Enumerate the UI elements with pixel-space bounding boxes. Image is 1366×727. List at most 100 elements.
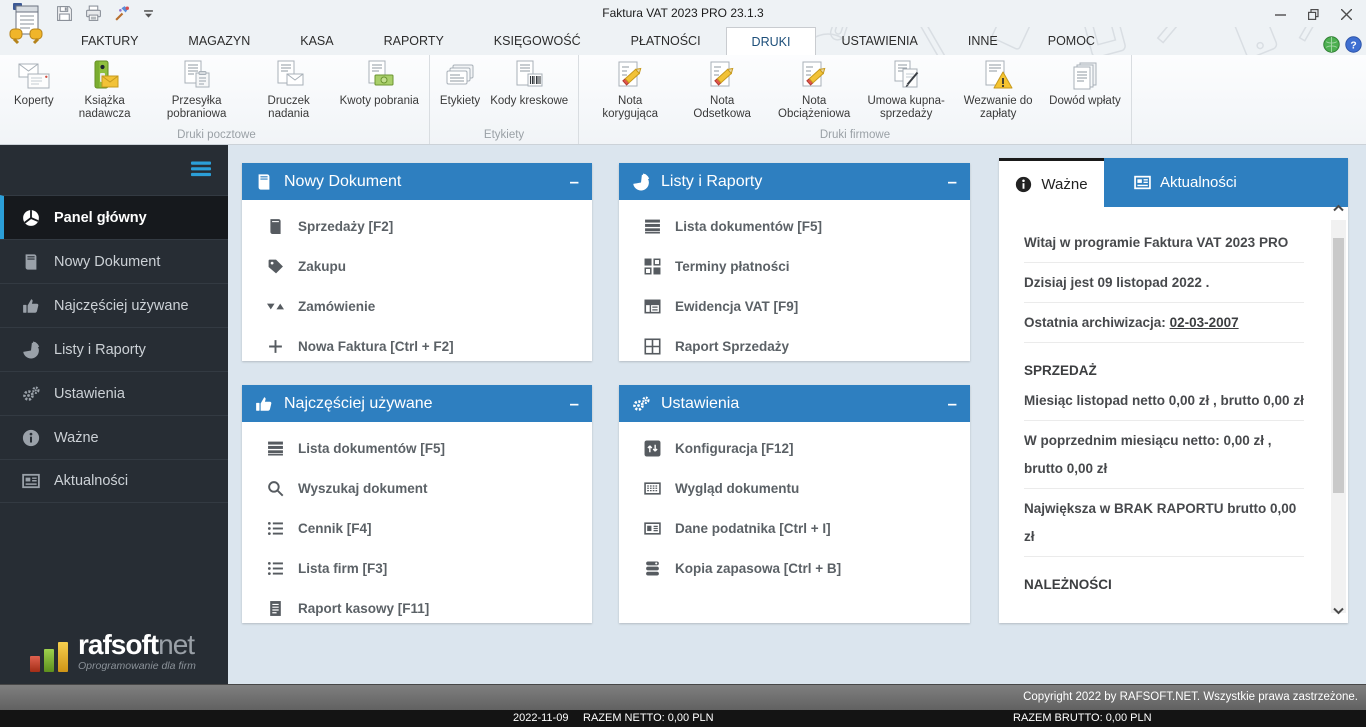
link-wyglad-dokumentu[interactable]: Wygląd dokumentu xyxy=(619,468,970,508)
gears-icon xyxy=(22,385,40,403)
pie-chart-icon xyxy=(632,173,650,191)
ribbon-druczek-nadania-button[interactable]: Druczek nadania xyxy=(243,58,335,122)
panel-listy-i-raporty: Listy i Raporty – Lista dokumentów [F5] … xyxy=(619,163,970,361)
hamburger-menu-icon[interactable] xyxy=(191,161,211,177)
tab-raporty[interactable]: RAPORTY xyxy=(359,27,469,55)
ribbon-kody-kreskowe-button[interactable]: Kody kreskowe xyxy=(485,58,573,109)
link-zakupu[interactable]: Zakupu xyxy=(242,246,592,286)
ribbon-nota-korygujaca-button[interactable]: Nota korygująca xyxy=(584,58,676,122)
envelopes-icon xyxy=(17,59,51,93)
tag-icon xyxy=(267,258,284,275)
scroll-up-icon[interactable] xyxy=(1333,204,1344,212)
app-logo-icon[interactable] xyxy=(6,2,46,46)
tab-kasa[interactable]: KASA xyxy=(275,27,358,55)
tab-platnosci[interactable]: PŁATNOŚCI xyxy=(606,27,726,55)
link-raport-kasowy[interactable]: Raport kasowy [F11] xyxy=(242,588,592,628)
link-raport-sprzedazy[interactable]: Raport Sprzedaży xyxy=(619,326,970,366)
id-card-icon xyxy=(644,520,661,537)
sidebar-item-listy-i-raporty[interactable]: Listy i Raporty xyxy=(0,327,228,371)
qat-customize-icon[interactable] xyxy=(143,8,154,19)
sidebar-item-label: Najczęściej używane xyxy=(54,298,189,314)
ribbon-koperty-button[interactable]: Koperty xyxy=(9,58,59,109)
scrollbar-thumb[interactable] xyxy=(1333,238,1344,493)
tab-faktury[interactable]: FAKTURY xyxy=(56,27,163,55)
close-icon[interactable] xyxy=(1341,9,1352,20)
archive-date-link[interactable]: 02-03-2007 xyxy=(1170,315,1239,330)
sidebar-item-panel-glowny[interactable]: Panel główny xyxy=(0,195,228,239)
page-pencil-icon xyxy=(705,59,739,93)
sidebar-item-wazne[interactable]: Ważne xyxy=(0,415,228,459)
info-scrollbar[interactable] xyxy=(1331,220,1346,613)
tab-pomoc[interactable]: POMOC xyxy=(1023,27,1120,55)
tab-ustawienia[interactable]: USTAWIENIA xyxy=(816,27,942,55)
database-icon xyxy=(644,560,661,577)
tab-druki[interactable]: DRUKI xyxy=(726,27,817,55)
link-dane-podatnika[interactable]: Dane podatnika [Ctrl + I] xyxy=(619,508,970,548)
labels-icon xyxy=(443,59,477,93)
sidebar-item-aktualnosci[interactable]: Aktualności xyxy=(0,459,228,503)
collapse-button[interactable]: – xyxy=(570,173,579,190)
ribbon-nota-obciazeniowa-button[interactable]: Nota Obciążeniowa xyxy=(768,58,860,122)
restore-icon[interactable] xyxy=(1308,9,1319,20)
ribbon-umowa-kupna-sprzedazy-button[interactable]: Umowa kupna-sprzedaży xyxy=(860,58,952,122)
panel-header: Ustawienia – xyxy=(619,385,970,422)
pie-chart-icon xyxy=(22,341,40,359)
grid-check-icon xyxy=(644,258,661,275)
globe-icon[interactable] xyxy=(1323,36,1340,53)
tab-inne[interactable]: INNE xyxy=(943,27,1023,55)
sidebar-item-label: Panel główny xyxy=(54,210,147,226)
print-icon[interactable] xyxy=(85,5,102,22)
scroll-down-icon[interactable] xyxy=(1333,607,1344,615)
ribbon-ksiazka-nadawcza-button[interactable]: Książka nadawcza xyxy=(59,58,151,122)
page-envelope-icon xyxy=(272,59,306,93)
link-terminy-platnosci[interactable]: Terminy płatności xyxy=(619,246,970,286)
cash-doc-icon xyxy=(267,600,284,617)
help-icon[interactable]: ? xyxy=(1345,36,1362,53)
ribbon-przesylka-pobraniowa-button[interactable]: Przesyłka pobraniowa xyxy=(151,58,243,122)
sidebar-item-label: Ważne xyxy=(54,430,99,446)
contract-pen-icon xyxy=(889,59,923,93)
link-sprzedazy[interactable]: Sprzedaży [F2] xyxy=(242,206,592,246)
sidebar-item-najczesciej-uzywane[interactable]: Najczęściej używane xyxy=(0,283,228,327)
save-icon[interactable] xyxy=(56,5,73,22)
tab-wazne[interactable]: Ważne xyxy=(999,158,1104,207)
link-zamowienie[interactable]: Zamówienie xyxy=(242,286,592,326)
sort-triangles-icon xyxy=(267,298,284,315)
panel-header: Nowy Dokument – xyxy=(242,163,592,200)
plus-icon xyxy=(267,338,284,355)
ribbon-wezwanie-do-zaplaty-button[interactable]: Wezwanie do zapłaty xyxy=(952,58,1044,122)
tab-ksiegowosc[interactable]: KSIĘGOWOŚĆ xyxy=(469,27,606,55)
ribbon-dowod-wplaty-button[interactable]: Dowód wpłaty xyxy=(1044,58,1126,109)
sidebar-nav: Panel główny Nowy Dokument Najczęściej u… xyxy=(0,195,228,503)
sidebar-item-nowy-dokument[interactable]: Nowy Dokument xyxy=(0,239,228,283)
link-kopia-zapasowa[interactable]: Kopia zapasowa [Ctrl + B] xyxy=(619,548,970,588)
link-cennik[interactable]: Cennik [F4] xyxy=(242,508,592,548)
ribbon-kwoty-pobrania-button[interactable]: Kwoty pobrania xyxy=(335,58,424,109)
copyright-text: Copyright 2022 by RAFSOFT.NET. Wszystkie… xyxy=(1023,691,1358,703)
ribbon-group-druki-pocztowe: Koperty Książka nadawcza xyxy=(4,55,430,144)
window-controls xyxy=(1275,9,1352,20)
page-pencil-icon xyxy=(797,59,831,93)
tools-icon[interactable] xyxy=(114,5,131,22)
link-nowa-faktura[interactable]: Nowa Faktura [Ctrl + F2] xyxy=(242,326,592,366)
ribbon-etykiety-button[interactable]: Etykiety xyxy=(435,58,485,109)
ribbon-nota-odsetkowa-button[interactable]: Nota Odsetkowa xyxy=(676,58,768,122)
sidebar-item-ustawienia[interactable]: Ustawienia xyxy=(0,371,228,415)
collapse-button[interactable]: – xyxy=(948,173,957,190)
tab-magazyn[interactable]: MAGAZYN xyxy=(163,27,275,55)
minimize-icon[interactable] xyxy=(1275,9,1286,20)
book-icon xyxy=(267,218,284,235)
status-bar: 2022-11-09 RAZEM NETTO: 0,00 PLN RAZEM B… xyxy=(0,710,1366,727)
ribbon-group-label: Druki firmowe xyxy=(584,126,1126,143)
page-pencil-icon xyxy=(613,59,647,93)
thumbs-up-icon xyxy=(255,395,273,413)
link-wyszukaj-dokument[interactable]: Wyszukaj dokument xyxy=(242,468,592,508)
tab-aktualnosci[interactable]: Aktualności xyxy=(1104,158,1348,207)
collapse-button[interactable]: – xyxy=(948,395,957,412)
link-lista-dokumentow[interactable]: Lista dokumentów [F5] xyxy=(619,206,970,246)
link-lista-firm[interactable]: Lista firm [F3] xyxy=(242,548,592,588)
link-lista-dokumentow-2[interactable]: Lista dokumentów [F5] xyxy=(242,428,592,468)
link-ewidencja-vat[interactable]: Ewidencja VAT [F9] xyxy=(619,286,970,326)
collapse-button[interactable]: – xyxy=(570,395,579,412)
link-konfiguracja[interactable]: Konfiguracja [F12] xyxy=(619,428,970,468)
